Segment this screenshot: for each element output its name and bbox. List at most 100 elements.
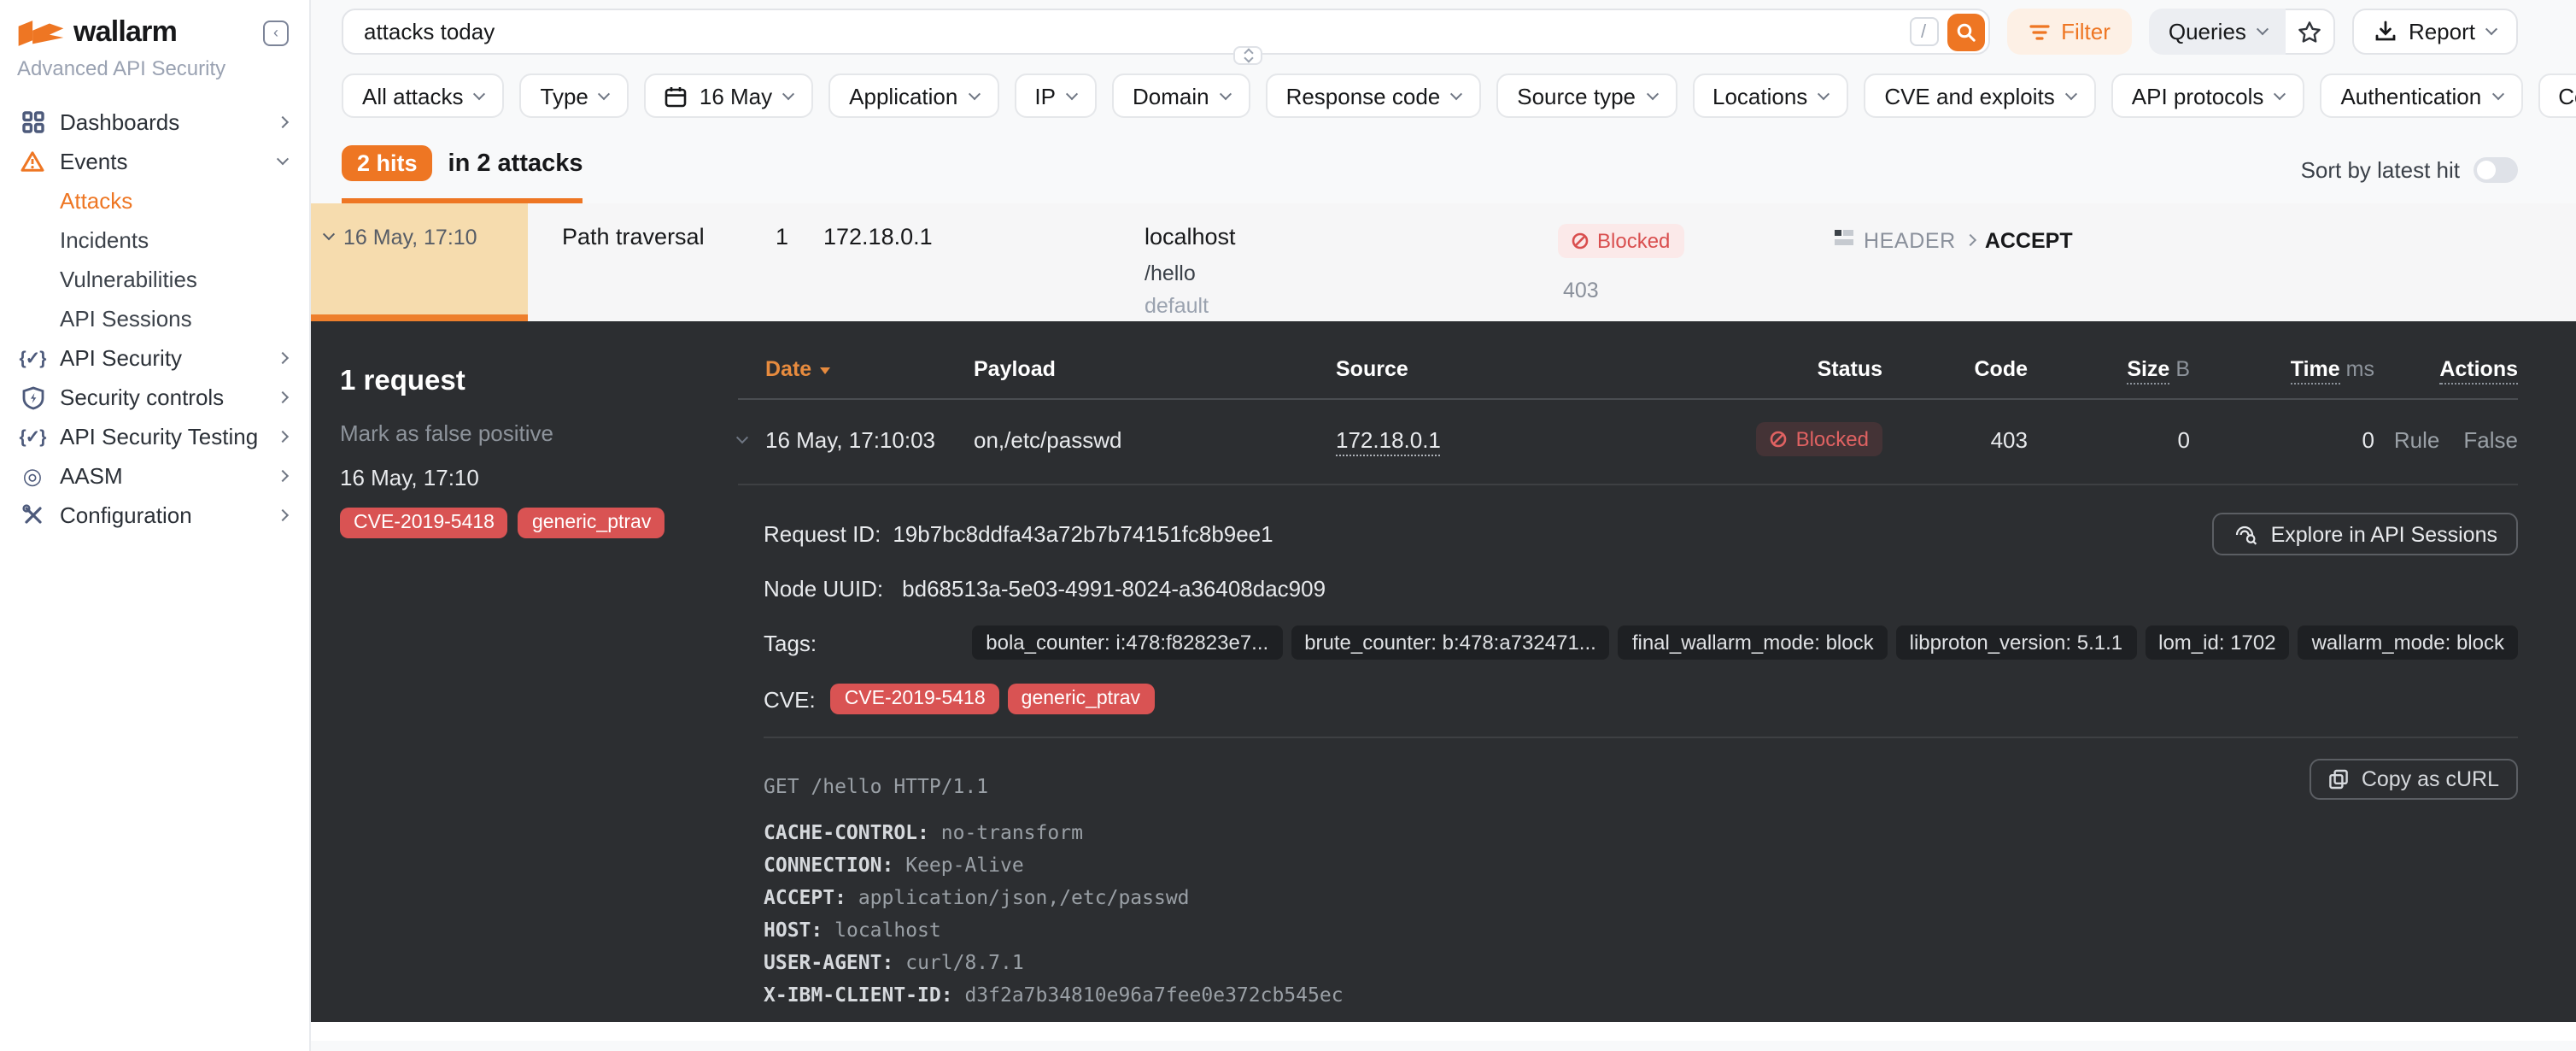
product-subtitle: Advanced API Security <box>0 51 309 80</box>
tag-pill[interactable]: brute_counter: b:478:a732471... <box>1291 625 1610 660</box>
chevron-right-icon <box>277 509 289 521</box>
mark-false-positive-link[interactable]: Mark as false positive <box>340 420 711 446</box>
tag-pill[interactable]: wallarm_mode: block <box>2298 625 2518 660</box>
tag-pill[interactable]: final_wallarm_mode: block <box>1619 625 1888 660</box>
sidebar-item-dashboards[interactable]: Dashboards <box>0 103 309 142</box>
tag-pill[interactable]: lom_id: 1702 <box>2145 625 2289 660</box>
attack-status-col: Blocked 403 <box>1558 224 1835 321</box>
explore-api-sessions-button[interactable]: Explore in API Sessions <box>2213 513 2518 555</box>
sidebar-item-security-controls[interactable]: Security controls <box>0 378 309 417</box>
chip-label: CVE and exploits <box>1884 83 2054 109</box>
tag-pill[interactable]: libproton_version: 5.1.1 <box>1896 625 2137 660</box>
request-header-line: ACCEPT: application/json,/etc/passwd <box>764 885 2518 911</box>
sidebar-item-vulnerabilities[interactable]: Vulnerabilities <box>0 260 309 299</box>
attack-source-ip[interactable]: 172.18.0.1 <box>823 224 1145 321</box>
sidebar-item-api-security-testing[interactable]: {✓} API Security Testing <box>0 417 309 456</box>
star-icon <box>2298 20 2321 44</box>
attack-date: 16 May, 17:10 <box>343 226 477 250</box>
filter-chip-locations[interactable]: Locations <box>1692 73 1848 118</box>
request-meta: Request ID: 19b7bc8ddfa43a72b7b74151fc8b… <box>764 513 2518 714</box>
collapse-filters-handle[interactable] <box>1233 46 1262 65</box>
events-warning-icon <box>19 150 46 173</box>
chevron-down-icon[interactable] <box>736 431 748 443</box>
request-header-line: CONNECTION: Keep-Alive <box>764 853 2518 878</box>
filter-chip-domain[interactable]: Domain <box>1112 73 1250 118</box>
column-actions[interactable]: Actions <box>2439 357 2518 381</box>
filter-chip-response-code[interactable]: Response code <box>1266 73 1482 118</box>
cve-badge[interactable]: CVE-2019-5418 <box>831 684 999 714</box>
favorite-button[interactable] <box>2286 9 2335 55</box>
chevron-down-icon <box>2257 23 2269 35</box>
response-code: 403 <box>1558 279 1835 302</box>
chevron-right-icon <box>277 391 289 403</box>
column-code[interactable]: Code <box>1975 357 2029 381</box>
chevron-down-icon <box>277 153 289 165</box>
node-uuid-value: bd68513a-5e03-4991-8024-a36408dac909 <box>902 576 1326 602</box>
queries-button[interactable]: Queries <box>2150 9 2286 55</box>
sidebar-item-api-security[interactable]: {✓} API Security <box>0 338 309 378</box>
request-actions: Rule False <box>2394 426 2518 452</box>
fingerprint-search-icon <box>2234 523 2259 545</box>
chip-label: Response code <box>1286 83 1441 109</box>
column-payload[interactable]: Payload <box>974 357 1336 381</box>
filter-chip-authentication[interactable]: Authentication <box>2320 73 2522 118</box>
sidebar-item-attacks[interactable]: Attacks <box>0 181 309 220</box>
filter-chip-compare-to[interactable]: Compare to... <box>2538 73 2576 118</box>
sidebar-item-label: Configuration <box>60 502 192 528</box>
search-input[interactable] <box>342 9 1989 55</box>
filter-chip-application[interactable]: Application <box>828 73 998 118</box>
sidebar-collapse-icon[interactable]: ‹ <box>263 20 289 45</box>
chevron-right-icon <box>277 352 289 364</box>
request-code: 403 <box>1991 426 2028 452</box>
attack-type: Path traversal <box>562 224 776 321</box>
shield-icon <box>19 385 46 409</box>
filter-chip-date[interactable]: 16 May <box>645 73 813 118</box>
sidebar-item-events[interactable]: Events <box>0 142 309 181</box>
request-payload: on,/etc/passwd <box>974 426 1336 452</box>
chevron-down-icon <box>1818 87 1830 99</box>
request-id-row: Request ID: 19b7bc8ddfa43a72b7b74151fc8b… <box>764 513 2518 555</box>
attack-row[interactable]: 16 May, 17:10 Path traversal 1 172.18.0.… <box>311 203 2576 321</box>
column-status[interactable]: Status <box>1818 357 1882 381</box>
cve-badge[interactable]: generic_ptrav <box>1008 684 1154 714</box>
status-badge: Blocked <box>1558 224 1683 258</box>
filter-chip-type[interactable]: Type <box>520 73 629 118</box>
cve-badge[interactable]: CVE-2019-5418 <box>340 508 508 538</box>
filter-chip-cve-exploits[interactable]: CVE and exploits <box>1864 73 2095 118</box>
filter-button[interactable]: Filter <box>2006 9 2133 55</box>
cve-row: CVE: CVE-2019-5418 generic_ptrav <box>764 684 2518 714</box>
sidebar-item-api-sessions[interactable]: API Sessions <box>0 299 309 338</box>
chevron-down-icon <box>1450 87 1462 99</box>
search-button[interactable] <box>1947 13 1984 50</box>
filter-chip-api-protocols[interactable]: API protocols <box>2111 73 2305 118</box>
sidebar-item-incidents[interactable]: Incidents <box>0 220 309 260</box>
sidebar-item-configuration[interactable]: Configuration <box>0 496 309 535</box>
request-id-label: Request ID: <box>764 521 881 547</box>
column-date[interactable]: Date <box>765 357 974 381</box>
filter-chip-source-type[interactable]: Source type <box>1496 73 1677 118</box>
point-name: ACCEPT <box>1985 229 2073 253</box>
request-header-line: HOST: localhost <box>764 918 2518 943</box>
column-time[interactable]: Time ms <box>2291 357 2374 381</box>
report-button[interactable]: Report <box>2352 9 2518 55</box>
cve-badge[interactable]: generic_ptrav <box>518 508 664 538</box>
cve-label: CVE: <box>764 686 816 712</box>
chip-label: Application <box>849 83 957 109</box>
tag-pill[interactable]: bola_counter: i:478:f82823e7... <box>972 625 1282 660</box>
rule-action-link[interactable]: Rule <box>2394 426 2440 452</box>
hits-tab[interactable]: 2 hits in 2 attacks <box>342 145 583 203</box>
filter-chip-all-attacks[interactable]: All attacks <box>342 73 505 118</box>
status-label: Blocked <box>1796 427 1869 451</box>
column-source[interactable]: Source <box>1336 357 1703 381</box>
false-action-link[interactable]: False <box>2463 426 2518 452</box>
chevron-down-icon <box>968 87 980 99</box>
copy-curl-button[interactable]: Copy as cURL <box>2310 759 2518 800</box>
filter-chip-ip[interactable]: IP <box>1014 73 1097 118</box>
column-size[interactable]: Size B <box>2127 357 2190 381</box>
sidebar-item-aasm[interactable]: ◎ AASM <box>0 456 309 496</box>
attack-date-cell[interactable]: 16 May, 17:10 <box>311 203 528 321</box>
request-table-row[interactable]: 16 May, 17:10:03 on,/etc/passwd 172.18.0… <box>738 400 2518 485</box>
blocked-icon <box>1572 232 1589 250</box>
sort-toggle[interactable] <box>2474 157 2518 183</box>
node-uuid-label: Node UUID: <box>764 576 883 602</box>
